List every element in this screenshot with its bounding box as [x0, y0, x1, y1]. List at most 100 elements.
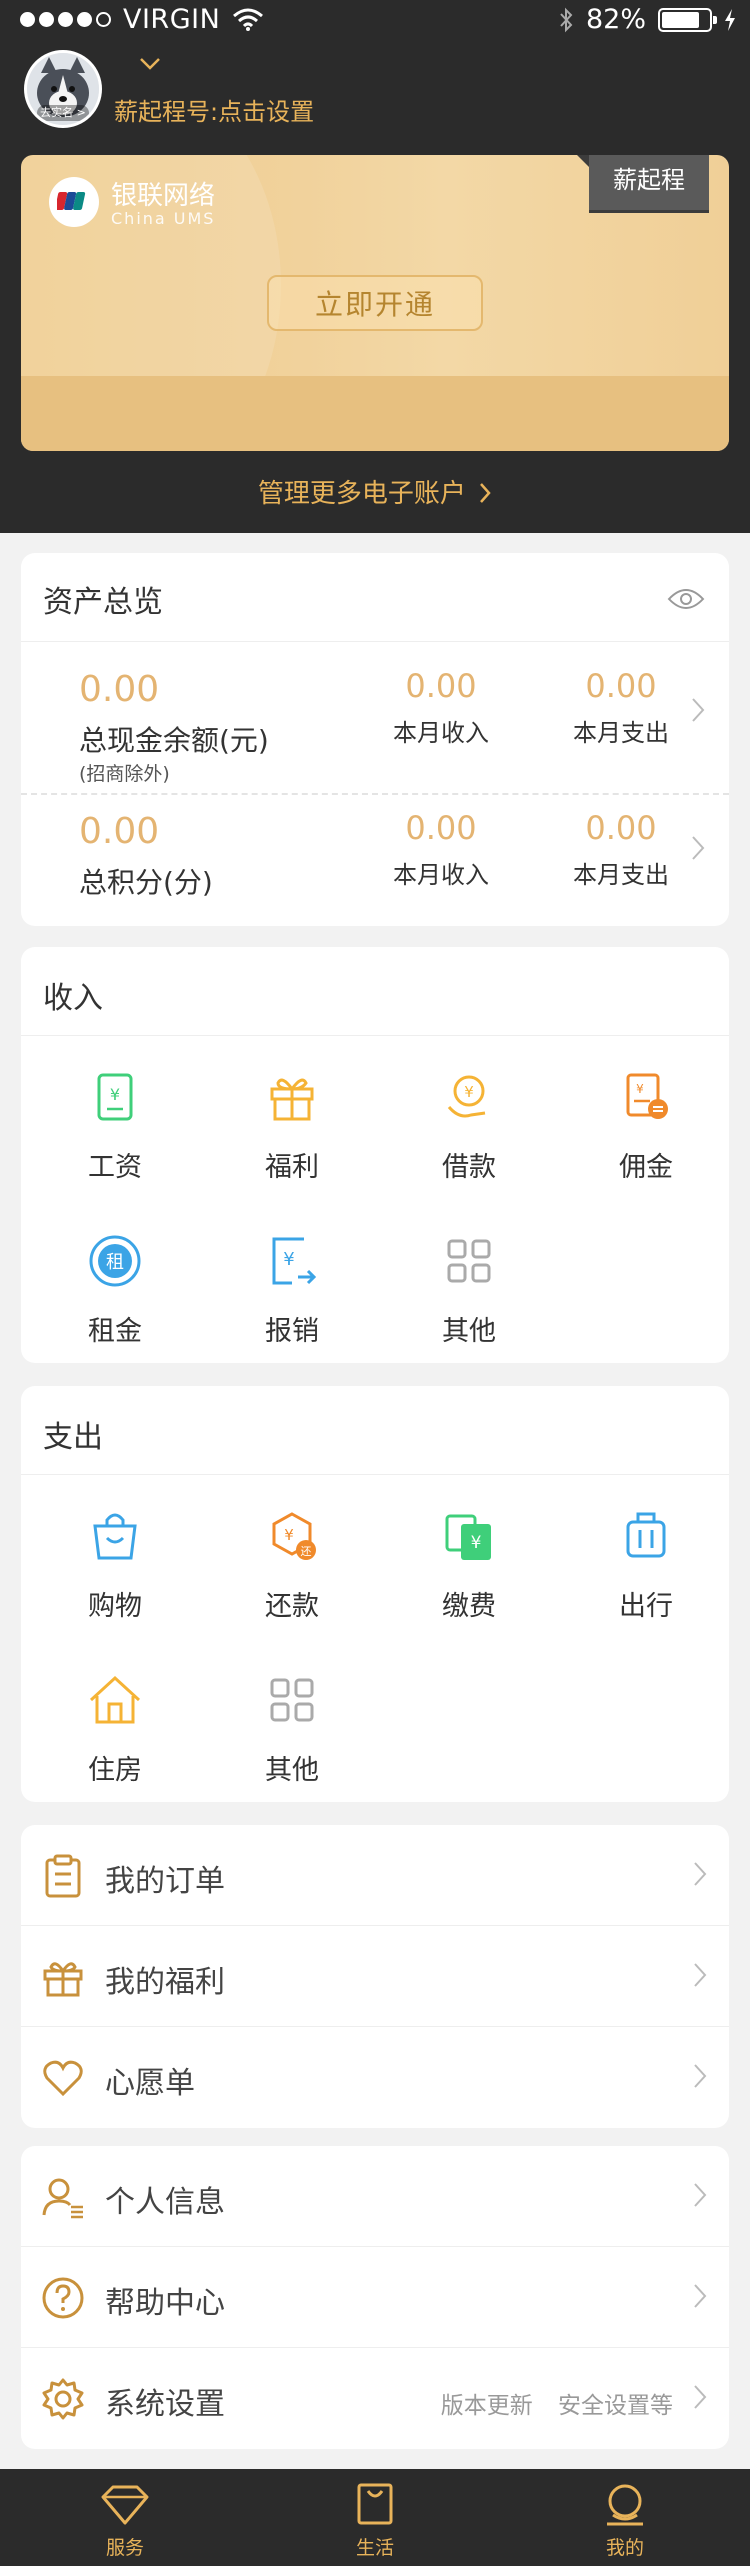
list-item-wishlist[interactable]: 心愿单	[21, 2027, 729, 2128]
repayment-icon: ¥ 还	[272, 1512, 316, 1560]
rent-icon: 租	[89, 1235, 141, 1287]
loan-icon: ¥	[447, 1075, 486, 1118]
chevron-right-icon	[694, 2385, 707, 2409]
list-item-orders[interactable]: 我的订单	[21, 1825, 729, 1926]
income-rent[interactable]: 租 租金	[40, 1231, 190, 1361]
points-label: 总积分(分)	[79, 866, 213, 899]
points-expense-label: 本月支出	[573, 861, 669, 889]
eye-icon[interactable]	[667, 587, 705, 611]
tab-mine[interactable]: 我的	[550, 2483, 700, 2560]
expense-shopping[interactable]: 购物	[40, 1506, 190, 1636]
svg-text:¥: ¥	[283, 1249, 294, 1270]
signal-dot	[77, 12, 92, 27]
manage-accounts-label: 管理更多电子账户	[257, 479, 466, 509]
cash-income-value: 0.00	[405, 667, 477, 705]
expense-title: 支出	[43, 1420, 103, 1455]
chevron-right-icon	[480, 483, 491, 503]
chevron-right-icon	[694, 1862, 707, 1886]
cash-income-label: 本月收入	[393, 719, 489, 747]
expense-repayment[interactable]: ¥ 还 还款	[217, 1506, 367, 1636]
bank-card[interactable]: 银联网络 China UMS 薪起程 立即开通	[21, 155, 729, 451]
income-panel: 收入 ¥ 工资 福利 ¥ 借款 ¥ 佣金 租 租金 ¥ 报销 其他	[21, 947, 729, 1363]
expense-travel[interactable]: 出行	[571, 1506, 721, 1636]
list-item-help[interactable]: 帮助中心	[21, 2247, 729, 2348]
battery-cap	[713, 15, 717, 24]
income-benefit[interactable]: 福利	[217, 1067, 367, 1197]
commission-icon: ¥	[626, 1073, 668, 1119]
tab-life[interactable]: 生活	[300, 2479, 450, 2560]
expense-item-label: 其他	[265, 1755, 319, 1786]
tab-label: 生活	[355, 2537, 394, 2559]
income-salary[interactable]: ¥ 工资	[40, 1067, 190, 1197]
wifi-icon	[233, 8, 264, 31]
chevron-right-icon	[692, 698, 705, 722]
salary-icon: ¥	[97, 1073, 133, 1121]
tab-label: 我的	[605, 2537, 644, 2559]
cash-income: 0.00 本月收入	[371, 667, 511, 748]
shopping-bag-icon	[93, 1513, 137, 1560]
xqc-id-label[interactable]: 薪起程号:点击设置	[114, 92, 314, 127]
card-tag: 薪起程	[577, 155, 709, 210]
points-row[interactable]: 0.00 总积分(分) 0.00 本月收入 0.00 本月支出	[21, 793, 729, 926]
open-account-button[interactable]: 立即开通	[267, 275, 483, 331]
points-expense: 0.00 本月支出	[551, 809, 691, 890]
list-item-benefits[interactable]: 我的福利	[21, 1926, 729, 2027]
bottom-nav: 服务 生活 我的	[0, 2469, 750, 2566]
points-expense-value: 0.00	[585, 809, 657, 847]
svg-text:还: 还	[301, 1545, 312, 1558]
list-item-label: 个人信息	[105, 2185, 225, 2220]
svg-text:¥: ¥	[110, 1085, 120, 1104]
bluetooth-icon	[560, 7, 573, 32]
expense-housing[interactable]: 住房	[40, 1670, 190, 1800]
user-icon	[42, 2178, 83, 2219]
status-bar: VIRGIN 82%	[0, 0, 750, 40]
settings-hint-update: 版本更新	[440, 2393, 533, 2419]
income-title: 收入	[43, 981, 103, 1016]
income-other[interactable]: 其他	[394, 1231, 544, 1361]
question-icon	[42, 2277, 84, 2319]
expense-payment[interactable]: ¥ 缴费	[394, 1506, 544, 1636]
list-item-settings[interactable]: 系统设置 版本更新 安全设置等	[21, 2348, 729, 2449]
cash-balance-note: (招商除外)	[79, 763, 170, 785]
expense-other[interactable]: 其他	[217, 1670, 367, 1800]
svg-text:¥: ¥	[464, 1083, 474, 1101]
manage-accounts-link[interactable]: 管理更多电子账户	[0, 473, 750, 510]
signal-dot	[20, 12, 35, 27]
house-icon	[89, 1675, 141, 1724]
assets-panel: 资产总览 0.00 总现金余额(元) (招商除外) 0.00 本月收入 0.00…	[21, 553, 729, 926]
list-item-profile[interactable]: 个人信息	[21, 2146, 729, 2247]
svg-text:租: 租	[106, 1252, 124, 1273]
divider	[21, 1035, 729, 1036]
income-commission[interactable]: ¥ 佣金	[571, 1067, 721, 1197]
chevron-right-icon	[694, 2183, 707, 2207]
list-item-label: 帮助中心	[105, 2286, 225, 2321]
clipboard-icon	[45, 1854, 81, 1898]
gift-icon	[43, 1962, 83, 1997]
svg-text:¥: ¥	[471, 1533, 482, 1553]
chevron-down-icon[interactable]	[138, 56, 162, 72]
settings-hint-security: 安全设置等	[558, 2393, 673, 2419]
tab-label: 服务	[105, 2537, 144, 2559]
person-icon	[607, 2484, 643, 2526]
points-value: 0.00	[79, 811, 160, 852]
svg-text:¥: ¥	[636, 1082, 644, 1096]
cash-expense: 0.00 本月支出	[551, 667, 691, 748]
chevron-right-icon	[694, 1963, 707, 1987]
cash-balance-label: 总现金余额(元)	[79, 724, 269, 757]
list-item-label: 我的订单	[105, 1864, 225, 1899]
unionpay-logo-icon	[49, 177, 99, 227]
income-loan[interactable]: ¥ 借款	[394, 1067, 544, 1197]
list-item-label: 心愿单	[105, 2066, 195, 2101]
bag-icon	[357, 2483, 393, 2525]
cash-row[interactable]: 0.00 总现金余额(元) (招商除外) 0.00 本月收入 0.00 本月支出	[21, 641, 729, 795]
charging-icon	[725, 8, 735, 31]
points-income-label: 本月收入	[393, 861, 489, 889]
income-reimburse[interactable]: ¥ 报销	[217, 1231, 367, 1361]
income-item-label: 工资	[88, 1152, 142, 1183]
avatar[interactable]: 去实名 >	[24, 50, 102, 128]
tab-services[interactable]: 服务	[50, 2483, 200, 2560]
expense-item-label: 住房	[88, 1755, 142, 1786]
income-item-label: 租金	[88, 1316, 142, 1347]
verify-badge[interactable]: 去实名 >	[37, 105, 89, 121]
battery-fill	[662, 11, 699, 28]
